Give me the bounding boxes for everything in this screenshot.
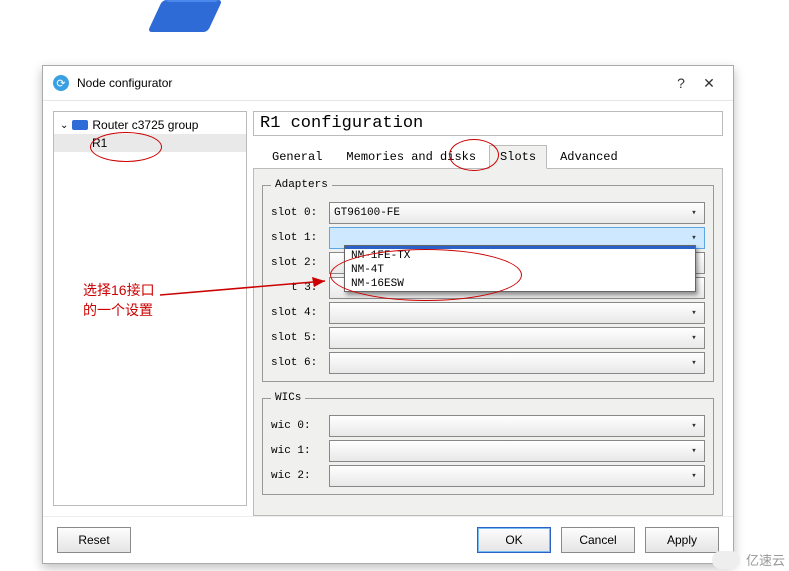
slot5-label: slot 5: [271,332,329,344]
close-button[interactable]: ✕ [695,75,723,92]
config-title: R1 configuration [253,111,723,136]
wic2-combo[interactable]: ▾ [329,465,705,487]
wic1-label: wic 1: [271,445,329,457]
ok-button[interactable]: OK [477,527,551,553]
chevron-down-icon[interactable]: ▾ [686,205,702,221]
chevron-down-icon[interactable]: ⌄ [60,120,68,131]
window-title: Node configurator [77,76,667,90]
tab-general[interactable]: General [261,145,333,169]
tabs: General Memories and disks Slots Advance… [253,144,723,168]
dialog-buttons: Reset OK Cancel Apply [43,516,733,563]
slot6-combo[interactable]: ▾ [329,352,705,374]
chevron-down-icon[interactable]: ▾ [686,468,702,484]
dropdown-option[interactable]: NM-1FE-TX [345,249,695,263]
wic2-label: wic 2: [271,470,329,482]
apply-button[interactable]: Apply [645,527,719,553]
titlebar[interactable]: ⟳ Node configurator ? ✕ [43,66,733,101]
dropdown-option[interactable]: NM-4T [345,263,695,277]
dropdown-option[interactable]: NM-16ESW [345,277,695,291]
slot5-combo[interactable]: ▾ [329,327,705,349]
chevron-down-icon[interactable]: ▾ [686,355,702,371]
slot4-label: slot 4: [271,307,329,319]
wics-group: WICs wic 0: ▾ wic 1: ▾ wic 2: ▾ [262,392,714,495]
reset-button[interactable]: Reset [57,527,131,553]
router-icon [72,120,88,130]
tab-advanced[interactable]: Advanced [549,145,629,169]
slot6-label: slot 6: [271,357,329,369]
chevron-down-icon[interactable]: ▾ [686,230,702,246]
tab-slots[interactable]: Slots [489,145,547,169]
watermark: 亿速云 [712,550,785,569]
tab-panel-slots: Adapters slot 0:GT96100-FE▾ slot 1: ▾ slo… [253,168,723,516]
slot2-label: slot 2: [271,257,329,269]
chevron-down-icon[interactable]: ▾ [686,305,702,321]
chevron-down-icon[interactable]: ▾ [686,330,702,346]
chevron-down-icon[interactable]: ▾ [686,443,702,459]
adapters-legend: Adapters [271,179,332,191]
wic0-label: wic 0: [271,420,329,432]
tree-parent-row[interactable]: ⌄ Router c3725 group [54,116,246,134]
wic1-combo[interactable]: ▾ [329,440,705,462]
slot1-dropdown-popup[interactable]: NM-1FE-TX NM-4T NM-16ESW [344,245,696,292]
slot1-label: slot 1: [271,232,329,244]
slot4-combo[interactable]: ▾ [329,302,705,324]
tree-child-label: R1 [92,136,107,150]
slot3-label: t 3: [271,282,329,294]
tree-parent-label: Router c3725 group [92,118,198,132]
tab-memories[interactable]: Memories and disks [335,145,487,169]
network-device-icon [148,0,223,32]
cloud-icon [712,551,740,569]
tree-child-row[interactable]: R1 [54,134,246,152]
wic0-combo[interactable]: ▾ [329,415,705,437]
chevron-down-icon[interactable]: ▾ [686,418,702,434]
slot0-label: slot 0: [271,207,329,219]
cancel-button[interactable]: Cancel [561,527,635,553]
app-icon: ⟳ [53,75,69,91]
help-button[interactable]: ? [667,75,695,91]
wics-legend: WICs [271,392,305,404]
annotation-text: 选择16接口 的一个设置 [83,280,155,320]
slot0-combo[interactable]: GT96100-FE▾ [329,202,705,224]
